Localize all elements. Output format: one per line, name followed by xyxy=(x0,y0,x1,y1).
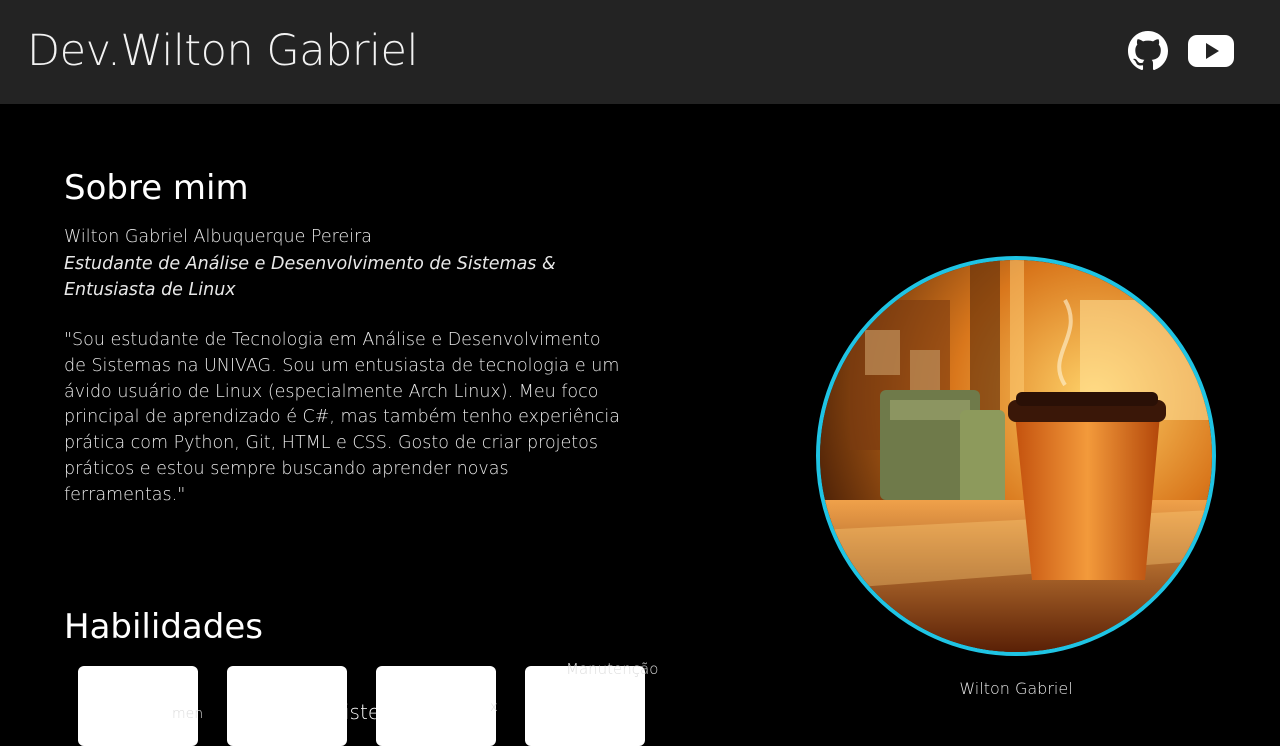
avatar-caption: Wilton Gabriel xyxy=(959,679,1073,698)
coffee-illustration xyxy=(820,260,1212,652)
full-name: Wilton Gabriel Albuquerque Pereira xyxy=(64,227,372,247)
skill-label-fragment: iste xyxy=(344,700,381,724)
skill-card[interactable] xyxy=(376,666,496,746)
role-subtitle: Estudante de Análise e Desenvolvimento d… xyxy=(64,254,556,300)
skill-card[interactable] xyxy=(227,666,347,746)
bio-paragraph: "Sou estudante de Tecnologia em Análise … xyxy=(64,330,620,505)
youtube-link[interactable] xyxy=(1188,31,1234,75)
github-icon xyxy=(1128,31,1168,75)
github-link[interactable] xyxy=(1127,31,1169,75)
skills-heading: Habilidades xyxy=(64,607,263,647)
skill-label-fragment: Manutenção xyxy=(566,660,659,678)
site-brand[interactable]: Dev.Wilton Gabriel xyxy=(27,26,418,76)
profile-avatar xyxy=(816,256,1216,656)
about-heading: Sobre mim xyxy=(64,168,249,208)
youtube-icon xyxy=(1188,34,1234,72)
skill-card[interactable] xyxy=(525,666,645,746)
site-header: Dev.Wilton Gabriel xyxy=(0,0,1280,104)
skill-label-fragment: x xyxy=(490,700,498,715)
